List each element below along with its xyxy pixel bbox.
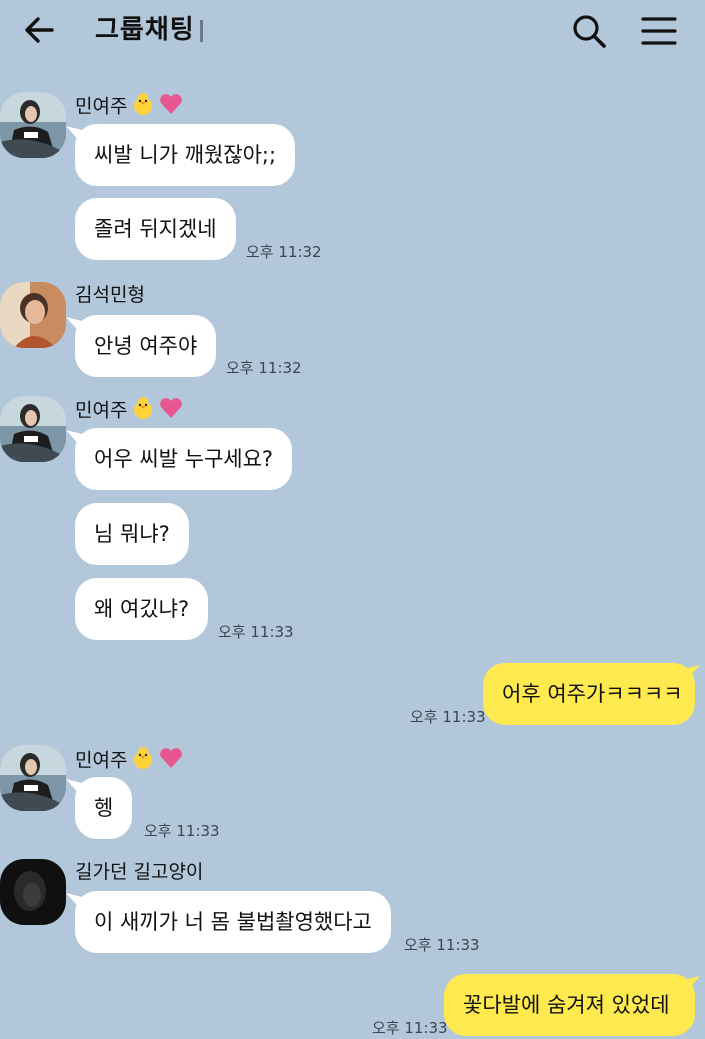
my-message-bubble[interactable]: 어후 여주가ㅋㅋㅋㅋ [483,663,695,725]
avatar-minyeoju[interactable] [0,745,66,811]
message-bubble[interactable]: 이 새끼가 너 몸 불법촬영했다고 [75,891,391,953]
message-bubble[interactable]: 졸려 뒤지겠네 [75,198,236,260]
chat-header: 그룹채팅 [0,0,705,62]
avatar-minyeoju[interactable] [0,396,66,462]
message-time: 오후 11:33 [218,623,294,641]
message-time: 오후 11:33 [404,936,480,954]
sender-name: 김석민형 [75,284,145,306]
message-bubble[interactable]: 안녕 여주야 [75,315,217,377]
message-bubble[interactable]: 헹 [75,777,133,839]
sender-name: 길가던 길고양이 [75,861,204,883]
message-time: 오후 11:33 [144,822,220,840]
chat-title: 그룹채팅 [95,15,195,45]
message-time: 오후 11:33 [410,708,486,726]
title-divider [200,20,203,42]
sender-name: 민여주 [75,92,183,122]
avatar-minyeoju[interactable] [0,92,66,158]
message-bubble[interactable]: 씨발 니가 깨웠잖아;; [75,124,296,186]
pink-heart-icon [159,93,183,121]
chick-emoji-icon [131,746,155,776]
hamburger-menu-icon[interactable] [640,14,678,48]
avatar-kimseokminhyeong[interactable] [0,282,66,348]
bubble-tail [66,126,82,142]
message-bubble[interactable]: 님 뭐냐? [75,503,189,565]
message-time: 오후 11:33 [372,1019,448,1037]
pink-heart-icon [159,747,183,775]
chick-emoji-icon [131,396,155,426]
back-arrow-icon[interactable] [22,12,58,48]
message-time: 오후 11:32 [246,243,322,261]
avatar-stray-cat[interactable] [0,859,66,925]
message-time: 오후 11:32 [226,359,302,377]
bubble-tail [66,893,82,909]
pink-heart-icon [159,397,183,425]
bubble-tail [66,317,82,333]
search-icon[interactable] [570,12,608,50]
message-bubble[interactable]: 왜 여깄냐? [75,578,209,640]
bubble-tail [684,665,700,681]
message-bubble[interactable]: 어우 씨발 누구세요? [75,428,293,490]
chick-emoji-icon [131,92,155,122]
sender-name: 민여주 [75,396,183,426]
bubble-tail [684,976,700,992]
my-message-bubble[interactable]: 꽃다발에 숨겨져 있었데 [444,974,695,1036]
sender-name: 민여주 [75,746,183,776]
bubble-tail [66,779,82,795]
bubble-tail [66,430,82,446]
